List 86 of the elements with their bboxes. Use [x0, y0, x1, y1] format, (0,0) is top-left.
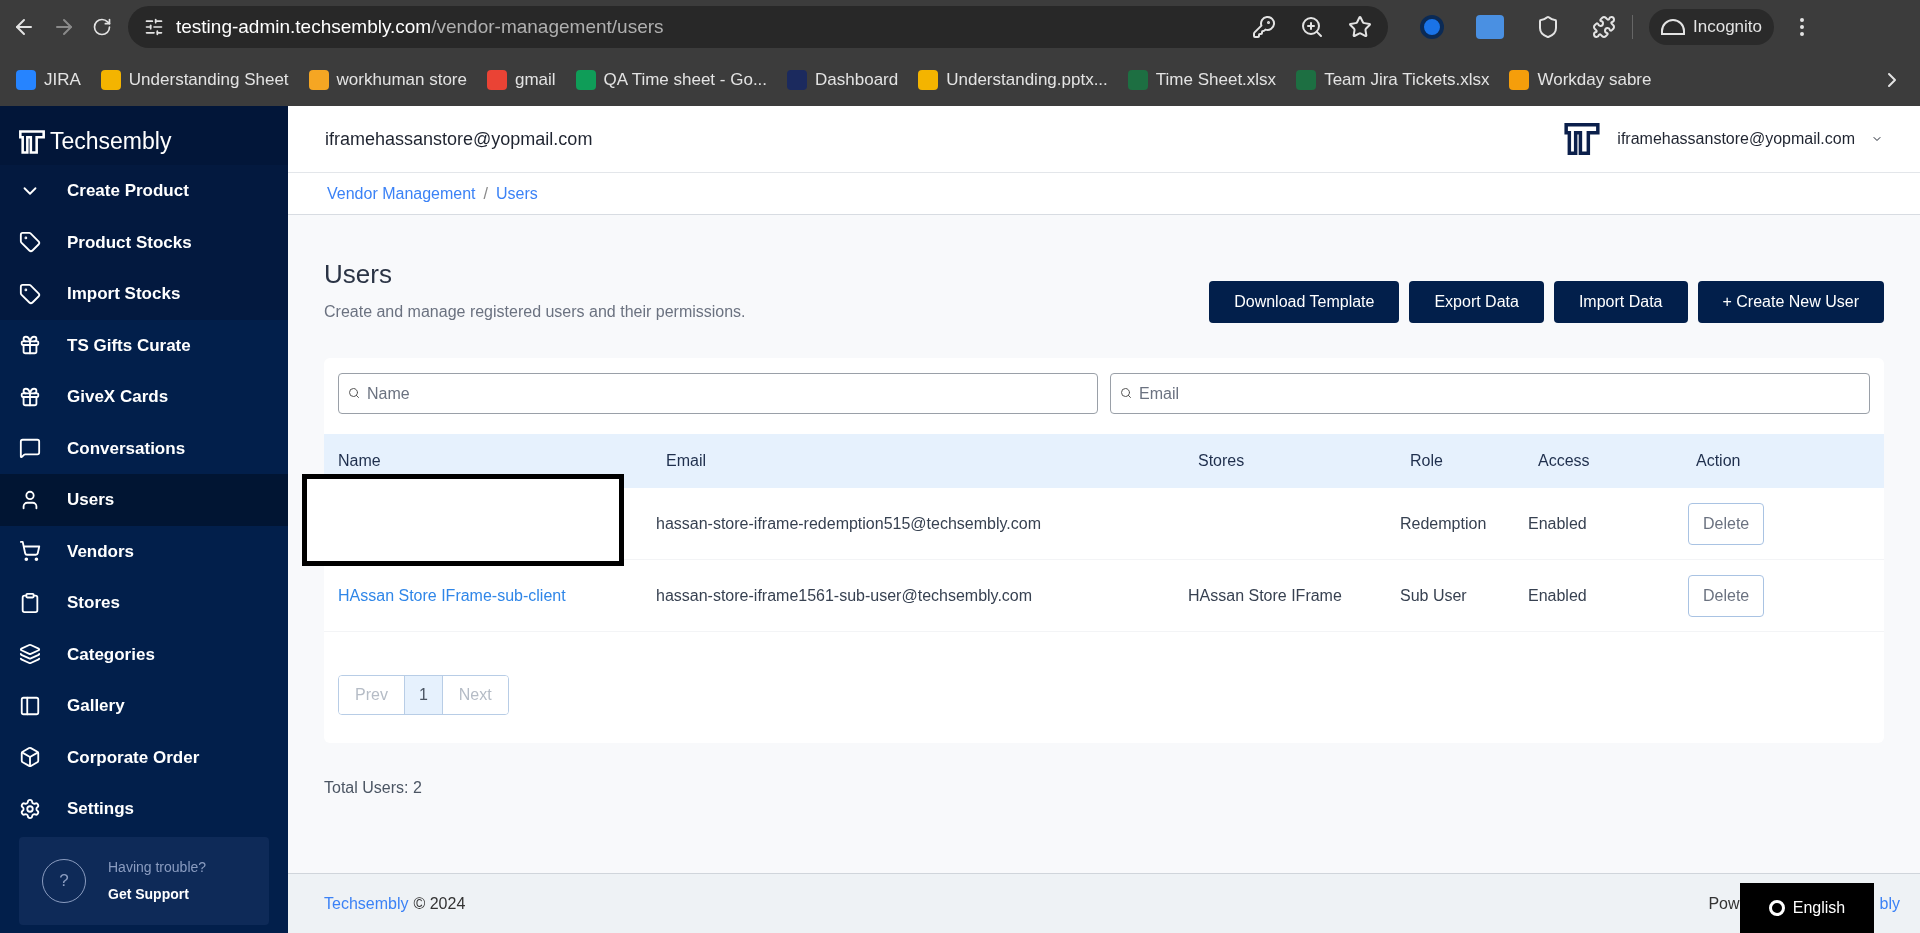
support-card[interactable]: ? Having trouble? Get Support: [19, 836, 269, 925]
sidebar-item[interactable]: Import Stocks: [0, 268, 288, 320]
gift-icon: [19, 385, 41, 408]
column-header: Role: [1410, 451, 1444, 471]
support-link[interactable]: Get Support: [108, 883, 207, 905]
search-icon: [348, 387, 360, 399]
bookmark[interactable]: QA Time sheet - Go...: [575, 67, 768, 93]
total-users: Total Users: 2: [324, 778, 423, 798]
page-title: Users: [324, 258, 393, 291]
settings-icon: [19, 797, 41, 820]
site-settings-icon[interactable]: [144, 17, 164, 37]
table-cell-text: Enabled: [1528, 513, 1588, 534]
breadcrumb-separator: /: [483, 183, 488, 204]
key-icon[interactable]: [1252, 15, 1276, 39]
bookmark-favicon-icon: [1509, 70, 1530, 90]
action-button[interactable]: Import Data: [1553, 281, 1688, 323]
bookmark[interactable]: Workday sabre: [1509, 67, 1652, 93]
column-header: Access: [1538, 451, 1591, 471]
copyright-text: © 2024: [413, 893, 466, 914]
zoom-icon[interactable]: [1300, 15, 1324, 39]
extensions-icon[interactable]: [1592, 15, 1616, 39]
reload-icon[interactable]: [92, 17, 112, 37]
logo-icon: [1563, 120, 1602, 158]
account-email: iframehassanstore@yopmail.com: [325, 127, 593, 151]
user-menu[interactable]: iframehassanstore@yopmail.com: [1563, 120, 1883, 158]
extension-icon[interactable]: [1420, 15, 1444, 39]
incognito-badge[interactable]: Incognito: [1649, 9, 1774, 45]
bookmark[interactable]: Understanding Sheet: [100, 67, 289, 93]
delete-button[interactable]: Delete: [1688, 502, 1765, 545]
bookmark[interactable]: gmail: [486, 67, 556, 93]
bookmark-favicon-icon: [1127, 70, 1148, 90]
shield-icon[interactable]: [1536, 15, 1560, 39]
bookmark[interactable]: Time Sheet.xlsx: [1127, 67, 1277, 93]
search-field[interactable]: Email: [1110, 373, 1870, 414]
search-field[interactable]: Name: [338, 373, 1098, 414]
sidebar-item[interactable]: Create Product: [0, 165, 288, 217]
support-title: Having trouble?: [108, 857, 207, 877]
bookmark[interactable]: Understanding.pptx...: [918, 67, 1108, 93]
sidebar-item[interactable]: Users: [0, 474, 288, 526]
table-cell: HAssan Store IFrame: [1188, 586, 1342, 604]
bookmark-favicon-icon: [918, 70, 939, 90]
bookmark[interactable]: JIRA: [16, 67, 81, 93]
breadcrumb-link[interactable]: Vendor Management: [327, 181, 476, 206]
table-cell-text: Enabled: [1528, 585, 1588, 606]
page-button[interactable]: 1: [403, 676, 442, 714]
bookmark-favicon-icon: [16, 70, 36, 90]
user-name-link[interactable]: HAssan Store IFrame-sub-client: [338, 586, 566, 604]
bookmark-favicon-icon: [1296, 70, 1317, 90]
column-header: Email: [666, 451, 707, 471]
cube-icon: [19, 746, 41, 769]
bookmark[interactable]: Team Jira Tickets.xlsx: [1296, 67, 1490, 93]
tag-icon: [19, 231, 41, 254]
column-header: Stores: [1198, 451, 1246, 471]
language-button[interactable]: English: [1740, 883, 1874, 933]
panel-icon: [19, 694, 41, 717]
clipboard-icon: [19, 591, 41, 614]
incognito-icon: [1661, 19, 1685, 35]
bookmark-favicon-icon: [787, 70, 808, 90]
action-button[interactable]: Export Data: [1409, 281, 1544, 323]
action-button[interactable]: + Create New User: [1697, 281, 1884, 323]
logo-icon: [18, 127, 46, 156]
gift-icon: [19, 334, 41, 357]
bookmark-favicon-icon: [308, 70, 329, 90]
layers-icon: [19, 643, 41, 666]
bookmark-favicon-icon: [575, 70, 596, 90]
bookmark[interactable]: workhuman store: [308, 67, 467, 93]
page-subtitle: Create and manage registered users and their permissions.: [324, 302, 746, 322]
column-header: Name: [338, 451, 382, 471]
bookmark[interactable]: Dashboard: [787, 67, 899, 93]
delete-button[interactable]: Delete: [1688, 574, 1765, 617]
table-cell-text: hassan-store-iframe-redemption515@techsembly.com: [656, 513, 1042, 534]
cart-icon: [19, 540, 41, 563]
powered-by-text: Pow: [1708, 893, 1740, 914]
star-icon[interactable]: [1348, 15, 1372, 39]
bookmark-favicon-icon: [100, 70, 121, 90]
tag-icon: [19, 282, 41, 305]
url-text: testing-admin.techsembly.com/vendor-management/users: [176, 14, 665, 39]
action-button[interactable]: Download Template: [1209, 281, 1400, 323]
bookmark-favicon-icon: [486, 70, 507, 90]
search-icon: [1120, 387, 1132, 399]
brand-name: Techsembly: [50, 127, 172, 157]
breadcrumb-link[interactable]: Users: [496, 181, 538, 206]
chat-bubble-icon: [19, 437, 41, 460]
sidebar-item[interactable]: Product Stocks: [0, 216, 288, 268]
column-header: Action: [1695, 451, 1742, 471]
address-bar[interactable]: testing-admin.techsembly.com/vendor-management/users: [128, 6, 1388, 48]
